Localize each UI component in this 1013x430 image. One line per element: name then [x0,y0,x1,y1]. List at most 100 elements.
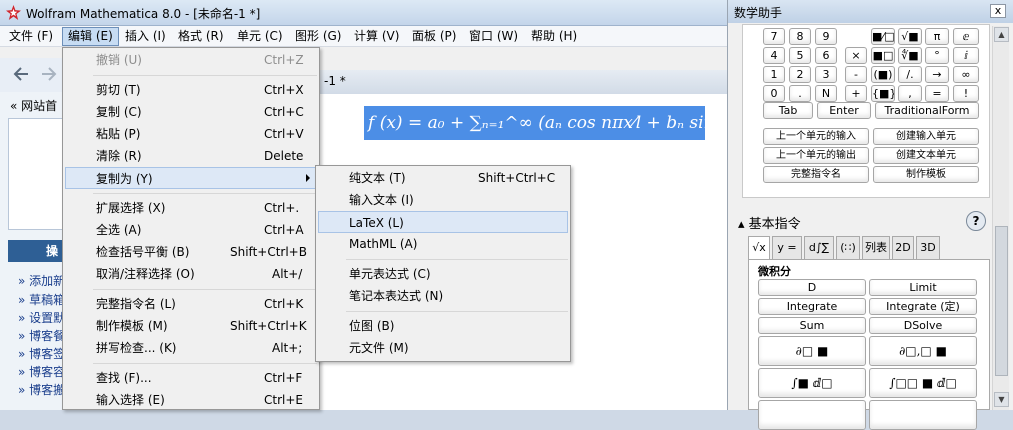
key-factorial[interactable]: ! [953,85,979,102]
submenu-item-latex[interactable]: LaTeX (L) [318,211,568,233]
tab-equation[interactable]: y = x [772,236,802,276]
menu-item-select-all[interactable]: 全选 (A) Ctrl+A [65,219,317,241]
key-8[interactable]: 8 [789,28,811,45]
blog-link[interactable]: » 设置默 [18,309,65,326]
help-icon[interactable]: ? [966,211,986,231]
scroll-up-icon[interactable]: ▲ [994,27,1009,42]
submenu-item-notebook-expression[interactable]: 笔记本表达式 (N) [318,285,568,307]
submenu-item-plain-text[interactable]: 纯文本 (T) Shift+Ctrl+C [318,167,568,189]
tab-2d[interactable]: 2D [892,236,914,260]
menu-item-spell-check[interactable]: 拼写检查... (K) Alt+; [65,337,317,359]
website-home-link[interactable]: « 网站首 [10,97,57,114]
menu-item-complete-selection[interactable]: 完整指令名 (L) Ctrl+K [65,293,317,315]
key-1[interactable]: 1 [763,66,785,83]
palette-titlebar[interactable]: 数学助手 x [728,0,1013,23]
key-2[interactable]: 2 [789,66,811,83]
key-power[interactable]: ■□ [871,47,895,64]
key-0[interactable]: 0 [763,85,785,102]
previous-output-button[interactable]: 上一个单元的输出 [763,147,869,164]
partial-derivative-template[interactable]: ∂□ ■ [758,336,866,366]
tab-3d[interactable]: 3D [916,236,940,260]
previous-input-button[interactable]: 上一个单元的输入 [763,128,869,145]
tab-list[interactable]: 列表 [862,236,890,260]
menu-item-clear[interactable]: 清除 (R) Delete [65,145,317,167]
key-dot[interactable]: . [789,85,811,102]
key-equals[interactable]: = [925,85,949,102]
blog-link[interactable]: » 博客餐 [18,327,65,344]
menu-item-paste[interactable]: 粘贴 (P) Ctrl+V [65,123,317,145]
blog-link[interactable]: » 博客搬 [18,381,65,398]
traditional-form-key[interactable]: TraditionalForm [875,102,979,119]
menu-item-copy[interactable]: 复制 (C) Ctrl+C [65,101,317,123]
menu-palettes[interactable]: 面板 (P) [407,27,461,46]
title-bar[interactable]: Wolfram Mathematica 8.0 - [未命名-1 *] [0,0,730,26]
key-parens[interactable]: (■) [871,66,895,83]
key-comma[interactable]: , [898,85,922,102]
menu-item-enter-selection[interactable]: 输入选择 (E) Ctrl+E [65,389,317,411]
menu-cell[interactable]: 单元 (C) [232,27,288,46]
key-9[interactable]: 9 [815,28,837,45]
create-input-cell-button[interactable]: 创建输入单元 [873,128,979,145]
tab-sqrt[interactable]: √x [748,236,770,261]
menu-item-check-balance[interactable]: 检查括号平衡 (B) Shift+Ctrl+B [65,241,317,263]
menu-help[interactable]: 帮助 (H) [526,27,582,46]
submenu-item-input-text[interactable]: 输入文本 (I) [318,189,568,211]
key-braces[interactable]: {■} [871,85,895,102]
key-replace-all[interactable]: /. [898,66,922,83]
menu-evaluation[interactable]: 计算 (V) [349,27,404,46]
palette-scrollbar[interactable]: ▲ ▼ [992,26,1009,410]
key-i[interactable]: ⅈ [953,47,979,64]
limit-button[interactable]: Limit [869,279,977,296]
menu-window[interactable]: 窗口 (W) [464,27,523,46]
key-7[interactable]: 7 [763,28,785,45]
d-button[interactable]: D [758,279,866,296]
complete-command-button[interactable]: 完整指令名 [763,166,869,183]
blog-link[interactable]: » 博客容 [18,363,65,380]
key-3[interactable]: 3 [815,66,837,83]
blog-link[interactable]: » 添加新 [18,272,65,289]
template-button[interactable] [869,400,977,430]
basic-commands-header[interactable]: ▴ 基本指令 ? [728,208,992,234]
submenu-item-mathml[interactable]: MathML (A) [318,233,568,255]
tab-calculus[interactable]: d∫∑ [804,236,834,260]
forward-arrow-icon[interactable] [40,66,58,82]
enter-key[interactable]: Enter [817,102,871,119]
key-rule[interactable]: → [925,66,949,83]
close-icon[interactable]: x [990,4,1006,18]
mixed-partial-template[interactable]: ∂□,□ ■ [869,336,977,366]
definite-integral-template[interactable]: ∫□□ ■ ⅆ□ [869,368,977,398]
key-plus[interactable]: + [845,85,867,102]
key-infinity[interactable]: ∞ [953,66,979,83]
menu-item-make-template[interactable]: 制作模板 (M) Shift+Ctrl+K [65,315,317,337]
indefinite-integral-template[interactable]: ∫■ ⅆ□ [758,368,866,398]
menu-edit[interactable]: 编辑 (E) [62,27,119,46]
notebook-titlebar[interactable]: -1 * [320,70,730,94]
integrate-button[interactable]: Integrate [758,298,866,315]
menu-item-cut[interactable]: 剪切 (T) Ctrl+X [65,79,317,101]
key-fraction[interactable]: ■⁄□ [871,28,895,45]
template-button[interactable] [758,400,866,430]
key-n[interactable]: N [815,85,837,102]
scroll-thumb[interactable] [995,226,1008,376]
formula-cell[interactable]: f (x) = a₀ + ∑ₙ₌₁^∞ (aₙ cos nπx⁄l + bₙ s… [364,106,705,140]
menu-item-find[interactable]: 查找 (F)... Ctrl+F [65,367,317,389]
submenu-item-metafile[interactable]: 元文件 (M) [318,337,568,359]
create-text-cell-button[interactable]: 创建文本单元 [873,147,979,164]
dsolve-button[interactable]: DSolve [869,317,977,334]
scroll-down-icon[interactable]: ▼ [994,392,1009,407]
definite-integrate-button[interactable]: Integrate (定) [869,298,977,315]
key-degree[interactable]: ° [925,47,949,64]
menu-insert[interactable]: 插入 (I) [120,27,171,46]
menu-item-toggle-comment[interactable]: 取消/注释选择 (O) Alt+/ [65,263,317,285]
submenu-item-cell-expression[interactable]: 单元表达式 (C) [318,263,568,285]
sum-button[interactable]: Sum [758,317,866,334]
menu-item-expand-selection[interactable]: 扩展选择 (X) Ctrl+. [65,197,317,219]
key-times[interactable]: × [845,47,867,64]
tab-key[interactable]: Tab [763,102,813,119]
tab-matrix[interactable]: (∷) [836,236,860,260]
key-pi[interactable]: π [925,28,949,45]
menu-file[interactable]: 文件 (F) [4,27,58,46]
blog-link[interactable]: » 博客签 [18,345,65,362]
blog-link[interactable]: » 草稿箱 [18,291,65,308]
menu-item-copy-as[interactable]: 复制为 (Y) [65,167,317,189]
